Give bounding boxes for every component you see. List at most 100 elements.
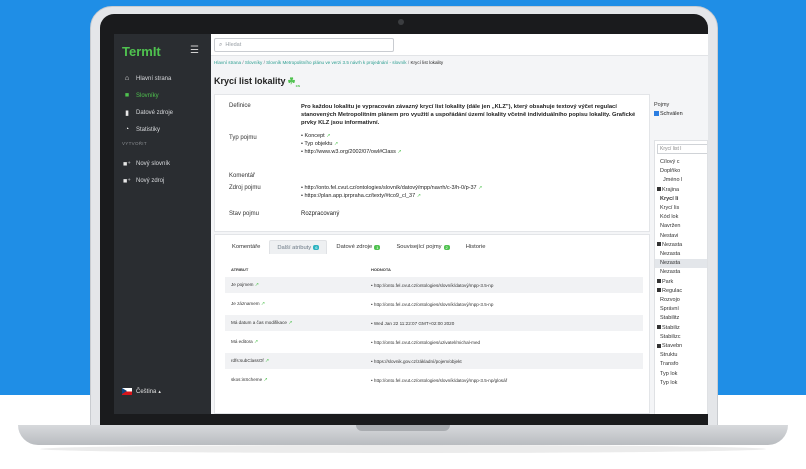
- sidebar-item-label: Nový slovník: [136, 160, 171, 167]
- tree-item-label: Správní: [660, 306, 679, 313]
- tree-item[interactable]: Stabiliz: [655, 324, 680, 333]
- tree-item[interactable]: Cílový c: [655, 158, 680, 167]
- tree-item-label: Stabilitz: [660, 315, 680, 322]
- tree-item[interactable]: Transfo: [655, 360, 678, 369]
- expand-icon[interactable]: [657, 343, 661, 348]
- attribute-link[interactable]: Má editora ↗: [231, 339, 258, 345]
- tree-item[interactable]: Nezasta: [655, 268, 680, 277]
- attribute-link[interactable]: skos:inScheme ↗: [231, 377, 268, 383]
- search-icon: ⌕: [219, 41, 223, 48]
- attribute-link[interactable]: Je záznamem ↗: [231, 301, 265, 307]
- external-link-icon: ↗: [254, 282, 259, 288]
- book-icon: ■: [124, 92, 130, 99]
- page-title-text: Krycí list lokality: [214, 76, 286, 86]
- tab-resources[interactable]: Datové zdroje 1: [329, 240, 387, 254]
- sidebar-item-label: Hlavní strana: [136, 75, 172, 82]
- tree-item[interactable]: Krycí li: [655, 195, 678, 204]
- expand-icon[interactable]: [657, 279, 661, 284]
- expand-icon[interactable]: [657, 242, 661, 247]
- external-link-icon: ↗: [478, 185, 483, 191]
- tree-item[interactable]: Doplňko: [655, 167, 680, 176]
- breadcrumb-vocabulary[interactable]: Slovník Metropolitního plánu ve verzi 3.…: [266, 60, 406, 65]
- tree-item-label: Jméno l: [663, 177, 683, 184]
- source-link[interactable]: http://onto.fel.cvut.cz/ontologies/slovn…: [301, 185, 482, 191]
- approved-checkbox[interactable]: Schválen: [654, 111, 683, 117]
- tab-related-terms[interactable]: Související pojmy 2: [389, 240, 456, 254]
- tree-item[interactable]: Jméno l: [655, 176, 682, 185]
- source-link[interactable]: https://plan.app.iprpraha.cz/texty/#tco9…: [301, 193, 420, 199]
- count-badge: 2: [443, 244, 450, 250]
- type-item[interactable]: Typ objektu ↗: [301, 141, 338, 147]
- sidebar-item-statistics[interactable]: ◔ Statistiky: [114, 123, 211, 136]
- expand-icon[interactable]: [657, 187, 661, 192]
- sidebar-item-new-resource[interactable]: ■⁺ Nový zdroj: [114, 174, 211, 187]
- count-badge: 1: [374, 244, 381, 250]
- source-label: Zdroj pojmu: [229, 185, 261, 191]
- tree-item[interactable]: Struktu: [655, 351, 677, 360]
- type-item[interactable]: http://www.w3.org/2002/07/owl#Class ↗: [301, 149, 401, 155]
- tree-item-label: Regulac: [662, 287, 683, 294]
- tree-item[interactable]: Stavebn: [655, 342, 682, 351]
- sidebar-item-new-vocabulary[interactable]: ■⁺ Nový slovník: [114, 157, 211, 170]
- attribute-value: http://onto.fel.cvut.cz/ontologies/slovn…: [371, 302, 494, 307]
- breadcrumb-home[interactable]: Hlavní strana: [214, 60, 241, 65]
- external-link-icon: ↗: [263, 377, 268, 383]
- attribute-link[interactable]: rdfs:subClassOf ↗: [231, 358, 269, 364]
- tab-history[interactable]: Historie: [459, 240, 493, 254]
- external-link-icon: ↗: [326, 133, 331, 139]
- attribute-link[interactable]: Má datum a čas modifikace ↗: [231, 320, 292, 326]
- tree-item[interactable]: Nezasta: [655, 241, 682, 250]
- definition-value: Pro každou lokalitu je vypracován závazn…: [301, 104, 636, 126]
- tree-item[interactable]: Nezasta: [655, 250, 680, 259]
- sidebar-item-vocabularies[interactable]: ■ Slovníky: [114, 89, 211, 102]
- tab-comments[interactable]: Komentáře: [225, 240, 267, 254]
- search-input[interactable]: ⌕ Hledat: [214, 38, 394, 52]
- tree-item[interactable]: Krajina: [655, 186, 679, 195]
- type-item[interactable]: Koncept ↗: [301, 133, 330, 139]
- tree-item[interactable]: Typ lok: [655, 379, 677, 388]
- sidebar-item-resources[interactable]: ▮ Datové zdroje: [114, 106, 211, 119]
- sidebar-item-label: Nový zdroj: [136, 177, 165, 184]
- comment-label: Komentář: [229, 173, 256, 179]
- tree-item-label: Krycí lis: [660, 205, 680, 211]
- expand-icon[interactable]: [657, 288, 661, 293]
- breadcrumb-vocabularies[interactable]: Slovníky: [245, 60, 262, 65]
- term-tree: Krycí list l Cílový c Doplňko Jméno l Kraji…: [654, 140, 708, 414]
- tree-item[interactable]: Krycí lis: [655, 204, 679, 213]
- attribute-value: http://onto.fel.cvut.cz/ontologies/slovn…: [371, 378, 507, 383]
- tree-item[interactable]: Nestavi: [655, 232, 678, 241]
- tree-item-label: Nezasta: [662, 241, 683, 248]
- column-header-value: HODNOTA: [371, 267, 391, 272]
- tree-item[interactable]: Regulac: [655, 287, 682, 296]
- tree-item[interactable]: Typ lok: [655, 370, 677, 379]
- add-book-icon: ■⁺: [123, 160, 131, 168]
- tree-item[interactable]: Stabilitz: [655, 314, 679, 323]
- camera-icon: [398, 19, 404, 25]
- app-logo[interactable]: TermIt: [122, 44, 161, 59]
- app-screen: TermIt ☰ ⌂ Hlavní strana ■ Slovníky ▮ Da…: [114, 34, 708, 414]
- sidebar-item-label: Datové zdroje: [136, 109, 174, 116]
- tab-other-attributes[interactable]: Další atributy 6: [269, 240, 328, 254]
- sidebar-item-home[interactable]: ⌂ Hlavní strana: [114, 72, 211, 85]
- tree-item-label: Transfo: [660, 361, 679, 368]
- tree-item[interactable]: Nezasta: [655, 259, 707, 269]
- tree-item[interactable]: Rozvojo: [655, 296, 680, 305]
- tree-item[interactable]: Správní: [655, 305, 679, 314]
- tree-item[interactable]: Kód lok: [655, 213, 678, 222]
- definition-label: Definice: [229, 103, 251, 109]
- tree-search-input[interactable]: Krycí list l: [657, 144, 707, 154]
- language-selector[interactable]: Čeština ▴: [122, 388, 161, 395]
- attribute-value: http://onto.fel.cvut.cz/ontologies/slovn…: [371, 283, 494, 288]
- tree-item[interactable]: Stabilizc: [655, 333, 680, 342]
- attribute-link[interactable]: Je pojmem ↗: [231, 282, 259, 288]
- expand-icon[interactable]: [657, 325, 661, 330]
- tree-item[interactable]: Park: [655, 278, 673, 287]
- table-row: skos:inScheme ↗ http://onto.fel.cvut.cz/…: [225, 372, 643, 388]
- external-link-icon: ↗: [288, 320, 293, 326]
- tree-item[interactable]: Navržen: [655, 222, 680, 231]
- chevron-down-icon: ▴: [158, 388, 161, 395]
- tree-item-label: Typ lok: [660, 370, 678, 377]
- sidebar-item-label: Statistiky: [136, 126, 161, 133]
- collapse-menu-icon[interactable]: ☰: [190, 45, 199, 56]
- tree-item-label: Nezasta: [660, 269, 681, 276]
